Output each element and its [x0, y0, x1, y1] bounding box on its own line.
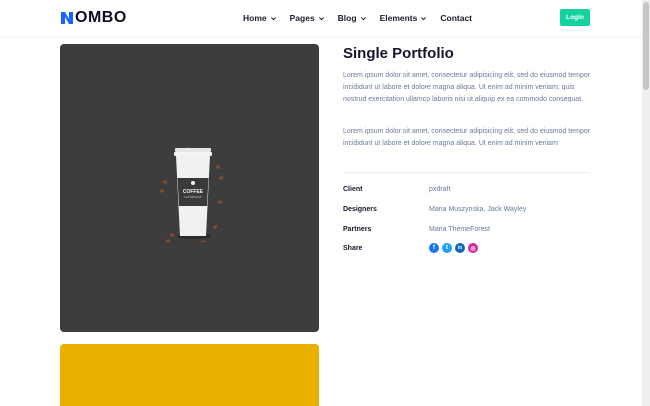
nav-item-elements[interactable]: Elements [380, 13, 428, 23]
chevron-down-icon [318, 16, 324, 20]
nav-item-home[interactable]: Home [243, 13, 277, 23]
scrollbar[interactable] [642, 0, 650, 406]
meta-row-client: Client pxdraft [343, 186, 593, 198]
nav-item-contact[interactable]: Contact [440, 13, 472, 23]
nav-item-label: Home [243, 13, 267, 23]
logo-text: OMBO [75, 9, 127, 26]
share-icons: f t in ◎ [429, 243, 481, 253]
nav-item-blog[interactable]: Blog [338, 13, 367, 23]
meta-row-share: Share f t in ◎ [343, 243, 593, 257]
logo[interactable]: OMBO [60, 10, 127, 26]
facebook-icon[interactable]: f [429, 243, 439, 253]
meta-label: Partners [343, 226, 372, 233]
meta-value: Maria ThemeForest [429, 226, 490, 233]
meta-label: Client [343, 186, 363, 193]
meta-label: Share [343, 245, 363, 252]
login-button[interactable]: Login [560, 9, 590, 26]
portfolio-image-yellow [60, 344, 319, 406]
portfolio-image-coffee-cup: COFFEE CUP MOCKUP [60, 44, 319, 332]
chevron-down-icon [421, 16, 427, 20]
meta-value: Maria Muszynska, Jack Wayley [429, 206, 527, 213]
nav-item-pages[interactable]: Pages [290, 13, 325, 23]
meta-row-designers: Designers Maria Muszynska, Jack Wayley [343, 206, 593, 218]
meta-label: Designers [343, 206, 377, 213]
page-title: Single Portfolio [343, 45, 454, 62]
linkedin-icon[interactable]: in [455, 243, 465, 253]
nav-item-label: Contact [440, 13, 472, 23]
scrollbar-thumb[interactable] [643, 2, 649, 90]
instagram-icon[interactable]: ◎ [468, 243, 478, 253]
site-header: OMBO Home Pages Blog Elements Contact Lo… [0, 0, 642, 36]
nav-item-label: Blog [337, 13, 357, 23]
divider [343, 172, 590, 173]
chevron-down-icon [360, 16, 366, 20]
nav-item-label: Pages [289, 13, 315, 23]
meta-value: pxdraft [429, 186, 451, 193]
main-nav: Home Pages Blog Elements Contact [243, 13, 485, 23]
cup-label-bottom: CUP MOCKUP [184, 195, 202, 199]
chevron-down-icon [270, 16, 276, 20]
meta-row-partners: Partners Maria ThemeForest [343, 226, 593, 238]
page: OMBO Home Pages Blog Elements Contact Lo… [0, 0, 642, 406]
cup-label-top: COFFEE [183, 189, 204, 195]
description-paragraph: Lorem ipsum dolor sit amet, consectetur … [343, 72, 591, 103]
coffee-cup-image: COFFEE CUP MOCKUP [159, 146, 224, 242]
twitter-icon[interactable]: t [442, 243, 452, 253]
description-paragraph: Lorem ipsum dolor sit amet, consectetur … [343, 128, 591, 147]
logo-mark-icon [61, 12, 73, 24]
nav-item-label: Elements [379, 13, 418, 23]
